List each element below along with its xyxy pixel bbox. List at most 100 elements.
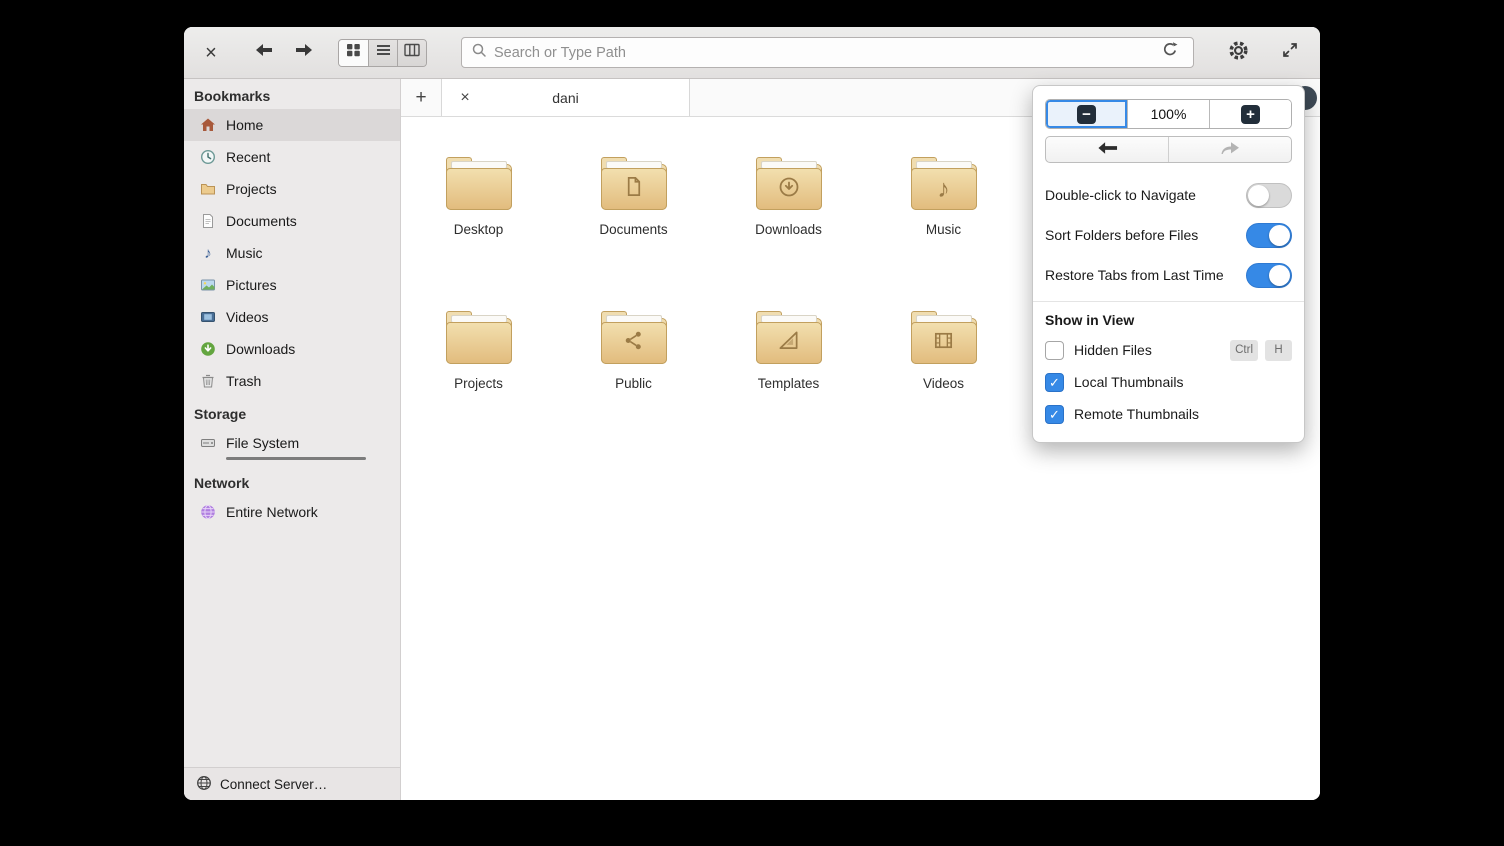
option-remote-thumbnails: ✓ Remote Thumbnails xyxy=(1045,398,1292,430)
sidebar-item-label: Documents xyxy=(226,213,297,229)
tab-dani[interactable]: × dani xyxy=(441,79,690,116)
column-view-button[interactable] xyxy=(397,40,426,66)
file-item-desktop[interactable]: Desktop xyxy=(401,148,556,302)
path-search-field xyxy=(461,37,1194,68)
restore-tabs-toggle[interactable] xyxy=(1246,263,1292,288)
option-local-thumbnails: ✓ Local Thumbnails xyxy=(1045,366,1292,398)
back-button[interactable] xyxy=(250,40,278,66)
undo-arrow-icon xyxy=(1097,141,1118,158)
sidebar-item-label: Entire Network xyxy=(226,504,318,520)
file-item-public[interactable]: Public xyxy=(556,302,711,456)
column-view-icon xyxy=(404,43,420,62)
reload-button[interactable] xyxy=(1156,39,1184,67)
sidebar-item-entire-network[interactable]: Entire Network xyxy=(184,496,400,528)
forward-button[interactable] xyxy=(290,40,318,66)
sidebar-item-label: Downloads xyxy=(226,341,295,357)
zoom-level[interactable]: 100% xyxy=(1127,100,1210,128)
option-label: Hidden Files xyxy=(1074,342,1152,358)
file-item-documents[interactable]: Documents xyxy=(556,148,711,302)
gear-icon xyxy=(1227,39,1250,67)
grid-view-icon xyxy=(346,43,361,62)
redo-arrow-icon xyxy=(1220,141,1240,158)
folder-icon xyxy=(601,164,667,210)
sidebar-item-documents[interactable]: Documents xyxy=(184,205,400,237)
videos-icon xyxy=(200,309,216,325)
connect-server-button[interactable]: Connect Server… xyxy=(184,767,400,800)
storage-usage-bar xyxy=(226,457,366,460)
sidebar-item-projects[interactable]: Projects xyxy=(184,173,400,205)
expand-icon xyxy=(1281,41,1299,64)
file-label: Templates xyxy=(758,376,820,391)
sidebar-item-music[interactable]: ♪ Music xyxy=(184,237,400,269)
download-emblem-icon xyxy=(777,175,801,204)
sidebar-item-home[interactable]: Home xyxy=(184,109,400,141)
search-input[interactable] xyxy=(494,45,1149,61)
sidebar-item-label: Home xyxy=(226,117,263,133)
list-view-button[interactable] xyxy=(368,40,397,66)
shortcut-keys: Ctrl H xyxy=(1230,340,1292,361)
file-item-templates[interactable]: Templates xyxy=(711,302,866,456)
sidebar-item-pictures[interactable]: Pictures xyxy=(184,269,400,301)
sidebar-item-downloads[interactable]: Downloads xyxy=(184,333,400,365)
share-emblem-icon xyxy=(622,329,645,357)
close-icon: × xyxy=(205,42,217,64)
preferences-list: Double-click to Navigate Sort Folders be… xyxy=(1045,175,1292,295)
check-icon: ✓ xyxy=(1049,376,1060,389)
settings-popover: − 100% + Double-click to Navigate xyxy=(1032,85,1305,443)
music-emblem-icon: ♪ xyxy=(937,177,950,202)
sidebar-item-recent[interactable]: Recent xyxy=(184,141,400,173)
sidebar: Bookmarks Home Recent Projects xyxy=(184,79,401,800)
sidebar-item-label: Trash xyxy=(226,373,261,389)
file-item-downloads[interactable]: Downloads xyxy=(711,148,866,302)
undo-button[interactable] xyxy=(1046,137,1168,162)
reload-icon xyxy=(1161,41,1179,64)
file-item-projects[interactable]: Projects xyxy=(401,302,556,456)
folder-icon xyxy=(756,164,822,210)
option-label: Remote Thumbnails xyxy=(1074,406,1199,422)
drive-icon xyxy=(200,435,216,451)
network-section-title: Network xyxy=(184,466,400,496)
recent-icon xyxy=(200,149,216,165)
template-emblem-icon xyxy=(777,329,800,357)
double-click-toggle[interactable] xyxy=(1246,183,1292,208)
folder-icon xyxy=(756,318,822,364)
sidebar-item-file-system[interactable]: File System xyxy=(184,427,400,466)
file-label: Projects xyxy=(454,376,503,391)
sidebar-item-videos[interactable]: Videos xyxy=(184,301,400,333)
document-emblem-icon xyxy=(622,175,645,203)
sort-folders-toggle[interactable] xyxy=(1246,223,1292,248)
file-item-videos[interactable]: Videos xyxy=(866,302,1021,456)
server-globe-icon xyxy=(196,775,212,794)
option-label: Local Thumbnails xyxy=(1074,374,1183,390)
redo-button[interactable] xyxy=(1168,137,1291,162)
sidebar-item-label: Videos xyxy=(226,309,269,325)
remote-thumbnails-checkbox[interactable]: ✓ xyxy=(1045,405,1064,424)
pictures-icon xyxy=(200,277,216,293)
check-icon: ✓ xyxy=(1049,408,1060,421)
local-thumbnails-checkbox[interactable]: ✓ xyxy=(1045,373,1064,392)
bookmarks-section-title: Bookmarks xyxy=(184,79,400,109)
pref-label: Double-click to Navigate xyxy=(1045,187,1196,203)
downloads-icon xyxy=(200,341,216,357)
file-label: Desktop xyxy=(454,222,504,237)
forward-arrow-icon xyxy=(293,41,315,64)
settings-button[interactable] xyxy=(1224,39,1252,67)
grid-view-button[interactable] xyxy=(339,40,368,66)
window-close-button[interactable]: × xyxy=(198,40,224,66)
hidden-files-checkbox[interactable]: ✓ xyxy=(1045,341,1064,360)
sidebar-item-trash[interactable]: Trash xyxy=(184,365,400,397)
fullscreen-button[interactable] xyxy=(1276,39,1304,67)
network-icon xyxy=(200,504,216,520)
zoom-out-button[interactable]: − xyxy=(1046,100,1127,128)
new-tab-button[interactable]: + xyxy=(401,79,441,116)
folder-icon xyxy=(911,318,977,364)
folder-icon xyxy=(601,318,667,364)
tab-close-button[interactable]: × xyxy=(456,89,474,107)
zoom-in-button[interactable]: + xyxy=(1210,100,1291,128)
zoom-in-icon: + xyxy=(1241,105,1260,124)
folder-icon xyxy=(446,164,512,210)
file-item-music[interactable]: ♪ Music xyxy=(866,148,1021,302)
sidebar-item-label: Recent xyxy=(226,149,270,165)
option-hidden-files: ✓ Hidden Files Ctrl H xyxy=(1045,334,1292,366)
sidebar-item-label: Music xyxy=(226,245,263,261)
